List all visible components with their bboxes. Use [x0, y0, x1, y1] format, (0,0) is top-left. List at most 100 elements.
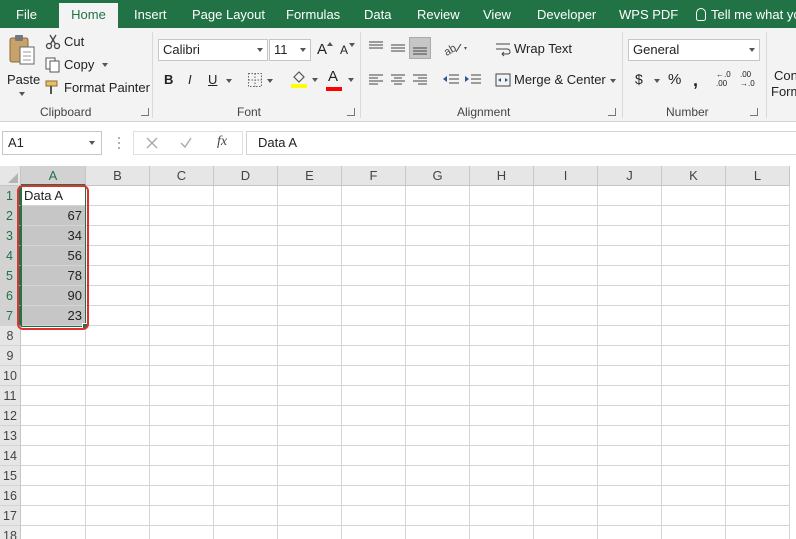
- column-header-b[interactable]: B: [86, 166, 150, 186]
- row-header-13[interactable]: 13: [0, 426, 21, 446]
- cell-c7[interactable]: [150, 306, 214, 326]
- cell-a17[interactable]: [21, 506, 86, 526]
- cell-f10[interactable]: [342, 366, 406, 386]
- cell-j5[interactable]: [598, 266, 662, 286]
- middle-align-icon[interactable]: [390, 40, 406, 56]
- cell-h15[interactable]: [470, 466, 534, 486]
- cell-i11[interactable]: [534, 386, 598, 406]
- cell-d8[interactable]: [214, 326, 278, 346]
- bold-button[interactable]: B: [160, 70, 178, 90]
- row-header-2[interactable]: 2: [0, 206, 21, 226]
- cell-k4[interactable]: [662, 246, 726, 266]
- cell-j16[interactable]: [598, 486, 662, 506]
- cell-d5[interactable]: [214, 266, 278, 286]
- cell-g9[interactable]: [406, 346, 470, 366]
- cell-i18[interactable]: [534, 526, 598, 539]
- cell-b16[interactable]: [86, 486, 150, 506]
- cell-d2[interactable]: [214, 206, 278, 226]
- cell-k10[interactable]: [662, 366, 726, 386]
- cell-h14[interactable]: [470, 446, 534, 466]
- cell-b12[interactable]: [86, 406, 150, 426]
- font-dialog-launcher[interactable]: [347, 108, 355, 116]
- cell-b8[interactable]: [86, 326, 150, 346]
- cell-l9[interactable]: [726, 346, 790, 366]
- cell-k3[interactable]: [662, 226, 726, 246]
- cell-b6[interactable]: [86, 286, 150, 306]
- cell-e10[interactable]: [278, 366, 342, 386]
- cell-h13[interactable]: [470, 426, 534, 446]
- cell-a15[interactable]: [21, 466, 86, 486]
- cell-e4[interactable]: [278, 246, 342, 266]
- cell-h8[interactable]: [470, 326, 534, 346]
- cell-k11[interactable]: [662, 386, 726, 406]
- bottom-align-button[interactable]: [409, 37, 431, 59]
- cell-a2[interactable]: 67: [21, 206, 86, 226]
- tab-file[interactable]: File: [16, 0, 37, 28]
- cell-g5[interactable]: [406, 266, 470, 286]
- tell-me-search[interactable]: Tell me what yo: [696, 0, 796, 28]
- cell-c11[interactable]: [150, 386, 214, 406]
- cell-a6[interactable]: 90: [21, 286, 86, 306]
- cell-g2[interactable]: [406, 206, 470, 226]
- cell-b1[interactable]: [86, 186, 150, 206]
- cell-k5[interactable]: [662, 266, 726, 286]
- cell-h1[interactable]: [470, 186, 534, 206]
- cell-j15[interactable]: [598, 466, 662, 486]
- font-color-button[interactable]: A: [324, 68, 356, 92]
- row-header-7[interactable]: 7: [0, 306, 21, 326]
- cell-j10[interactable]: [598, 366, 662, 386]
- align-right-icon[interactable]: [412, 72, 428, 88]
- cell-b18[interactable]: [86, 526, 150, 539]
- cell-h3[interactable]: [470, 226, 534, 246]
- cell-f11[interactable]: [342, 386, 406, 406]
- cell-i13[interactable]: [534, 426, 598, 446]
- cell-f16[interactable]: [342, 486, 406, 506]
- cell-a14[interactable]: [21, 446, 86, 466]
- column-header-l[interactable]: L: [726, 166, 790, 186]
- cell-g7[interactable]: [406, 306, 470, 326]
- conditional-formatting-button[interactable]: Con Form: [770, 66, 796, 100]
- cell-k8[interactable]: [662, 326, 726, 346]
- increase-font-size-button[interactable]: A: [316, 40, 334, 60]
- copy-button[interactable]: Copy: [44, 56, 112, 74]
- cell-a1[interactable]: Data A: [21, 186, 86, 206]
- cell-l17[interactable]: [726, 506, 790, 526]
- increase-indent-icon[interactable]: [464, 72, 482, 88]
- cell-h9[interactable]: [470, 346, 534, 366]
- column-header-f[interactable]: F: [342, 166, 406, 186]
- row-header-9[interactable]: 9: [0, 346, 21, 366]
- cell-i9[interactable]: [534, 346, 598, 366]
- cell-b14[interactable]: [86, 446, 150, 466]
- cell-h10[interactable]: [470, 366, 534, 386]
- tab-wps-pdf[interactable]: WPS PDF: [619, 0, 678, 28]
- tab-insert[interactable]: Insert: [134, 0, 167, 28]
- align-center-icon[interactable]: [390, 72, 406, 88]
- cell-e8[interactable]: [278, 326, 342, 346]
- row-header-12[interactable]: 12: [0, 406, 21, 426]
- cell-g10[interactable]: [406, 366, 470, 386]
- top-align-icon[interactable]: [368, 40, 384, 56]
- cell-k7[interactable]: [662, 306, 726, 326]
- row-header-4[interactable]: 4: [0, 246, 21, 266]
- cell-e13[interactable]: [278, 426, 342, 446]
- cell-j18[interactable]: [598, 526, 662, 539]
- cell-g13[interactable]: [406, 426, 470, 446]
- cell-h4[interactable]: [470, 246, 534, 266]
- cell-l14[interactable]: [726, 446, 790, 466]
- cell-c15[interactable]: [150, 466, 214, 486]
- cell-e14[interactable]: [278, 446, 342, 466]
- column-header-d[interactable]: D: [214, 166, 278, 186]
- cell-k12[interactable]: [662, 406, 726, 426]
- cell-c5[interactable]: [150, 266, 214, 286]
- row-header-6[interactable]: 6: [0, 286, 21, 306]
- font-size-dropdown[interactable]: 11: [269, 39, 311, 61]
- cell-j17[interactable]: [598, 506, 662, 526]
- alignment-dialog-launcher[interactable]: [608, 108, 616, 116]
- cell-i12[interactable]: [534, 406, 598, 426]
- tab-page-layout[interactable]: Page Layout: [192, 0, 265, 28]
- underline-button[interactable]: U: [204, 70, 236, 90]
- cell-j1[interactable]: [598, 186, 662, 206]
- cell-l2[interactable]: [726, 206, 790, 226]
- cell-g17[interactable]: [406, 506, 470, 526]
- cell-c16[interactable]: [150, 486, 214, 506]
